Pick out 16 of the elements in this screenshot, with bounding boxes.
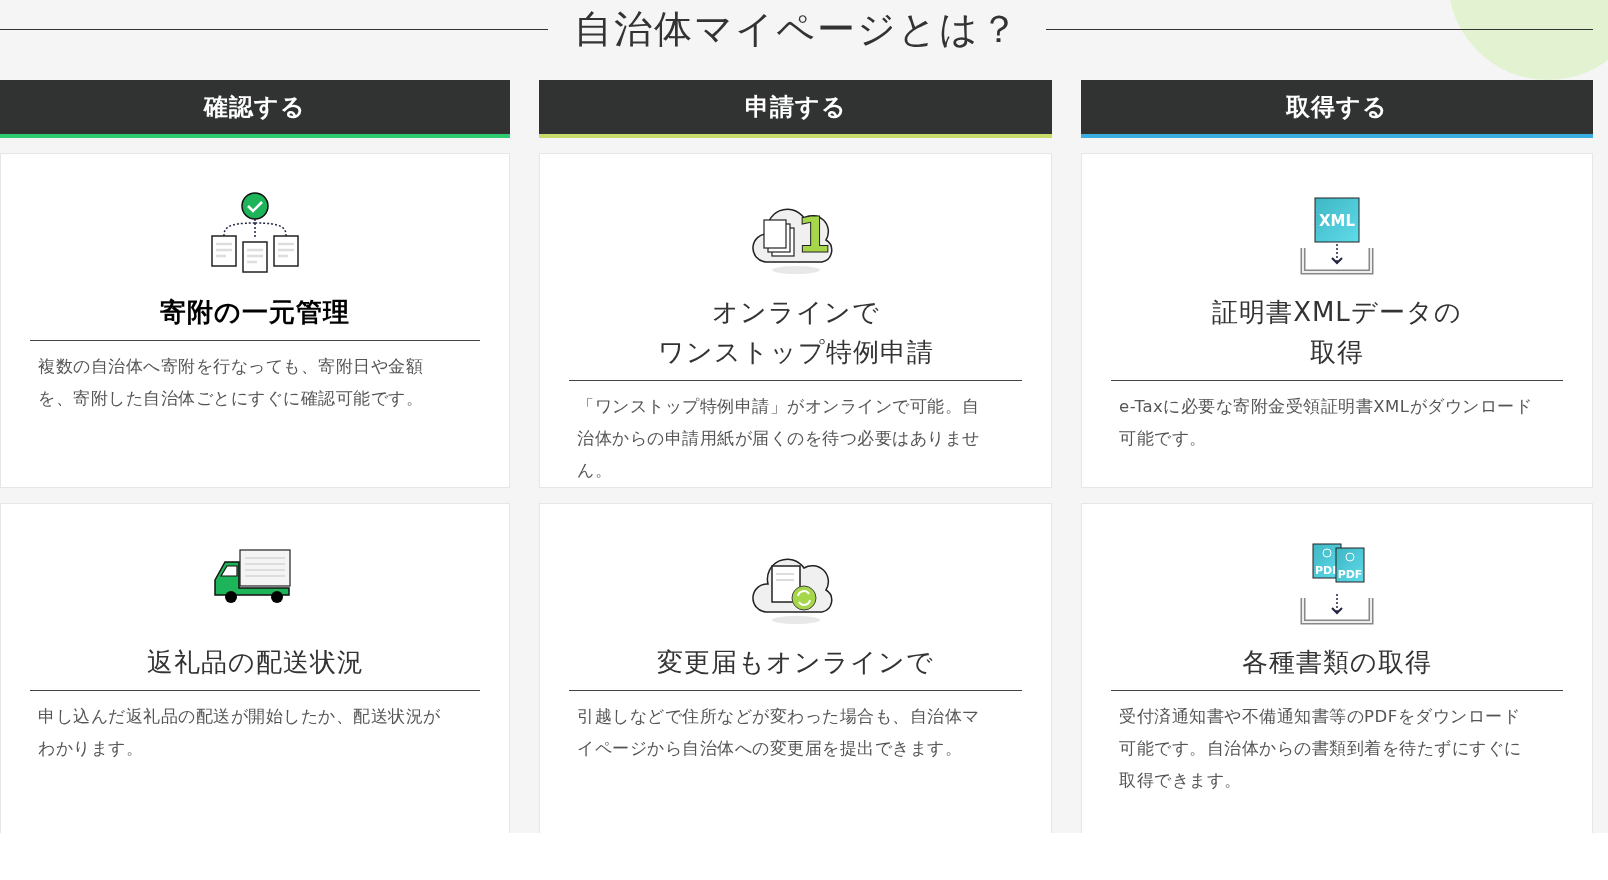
- card-description: 受付済通知書や不備通知書等のPDFをダウンロード可能です。自治体からの書類到着を待たずにすぐに取得できます。: [1118, 706, 1523, 792]
- card-description: 「ワンストップ特例申請」がオンラインで可能。自治体からの申請用紙が届くのを待つ必要はありません。: [576, 396, 981, 482]
- card-heading: 各種書類の取得: [1242, 646, 1432, 679]
- card-description: e-Taxに必要な寄附金受領証明書XMLがダウンロード可能です。: [1118, 396, 1534, 450]
- card-heading: 返礼品の配送状況: [146, 646, 364, 679]
- category-header: 確認する: [0, 80, 510, 138]
- category-header: 取得する: [1081, 80, 1593, 138]
- card-heading: 寄附の一元管理: [160, 296, 350, 329]
- page-title: 自治体マイページとは？: [572, 5, 1021, 53]
- card-description: 引越しなどで住所などが変わった場合も、自治体マイページから自治体への変更届を提出できます。: [576, 706, 981, 760]
- card-description: 申し込んだ返礼品の配送が開始したか、配送状況がわかります。: [37, 706, 442, 760]
- card-heading: 証明書XMLデータの 取得: [1212, 296, 1462, 369]
- card-description: 複数の自治体へ寄附を行なっても、寄附日や金額を、寄附した自治体ごとにすぐに確認可能です。: [37, 356, 424, 410]
- category-header: 申請する: [539, 80, 1052, 138]
- card-heading: 変更届もオンラインで: [657, 646, 934, 679]
- card-heading: オンラインで ワンストップ特例申請: [657, 296, 934, 369]
